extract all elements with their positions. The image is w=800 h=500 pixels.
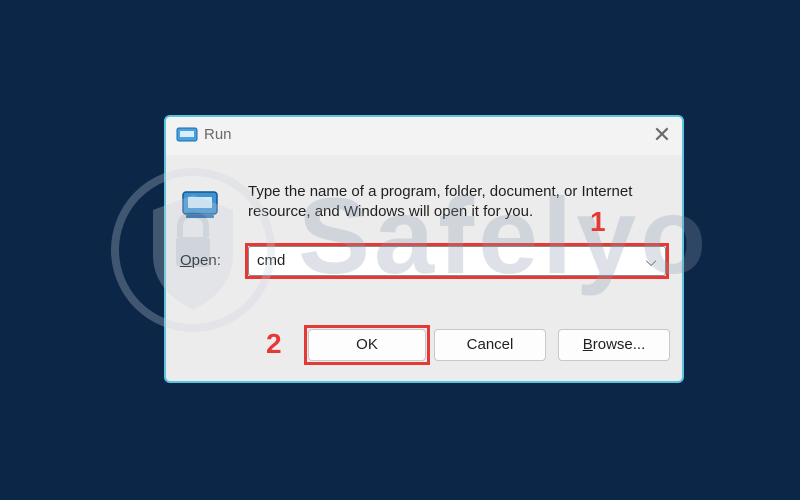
run-icon <box>176 127 198 143</box>
browse-mnemonic: B <box>582 336 593 353</box>
step-number-1: 1 <box>590 206 606 237</box>
chevron-down-icon[interactable]: ⌵ <box>641 250 661 272</box>
run-dialog: Run ✕ Type the name of a program, folder… <box>164 115 684 383</box>
ok-button[interactable]: OK <box>308 329 426 361</box>
open-label-rest: pen: <box>191 252 221 269</box>
open-label: Open: <box>180 252 221 269</box>
dialog-body: Type the name of a program, folder, docu… <box>166 155 682 381</box>
cancel-button[interactable]: Cancel <box>434 329 546 361</box>
browse-rest: rowse... <box>592 336 646 353</box>
close-icon[interactable]: ✕ <box>650 123 674 147</box>
open-label-mnemonic: O <box>180 252 192 269</box>
open-combobox[interactable]: cmd ⌵ <box>248 246 666 276</box>
run-program-icon <box>180 189 220 221</box>
command-input[interactable]: cmd <box>257 252 285 269</box>
browse-button[interactable]: Browse... <box>558 329 670 361</box>
window-title: Run <box>204 126 232 143</box>
title-bar: Run ✕ <box>166 117 682 155</box>
step-number-2: 2 <box>266 328 282 359</box>
